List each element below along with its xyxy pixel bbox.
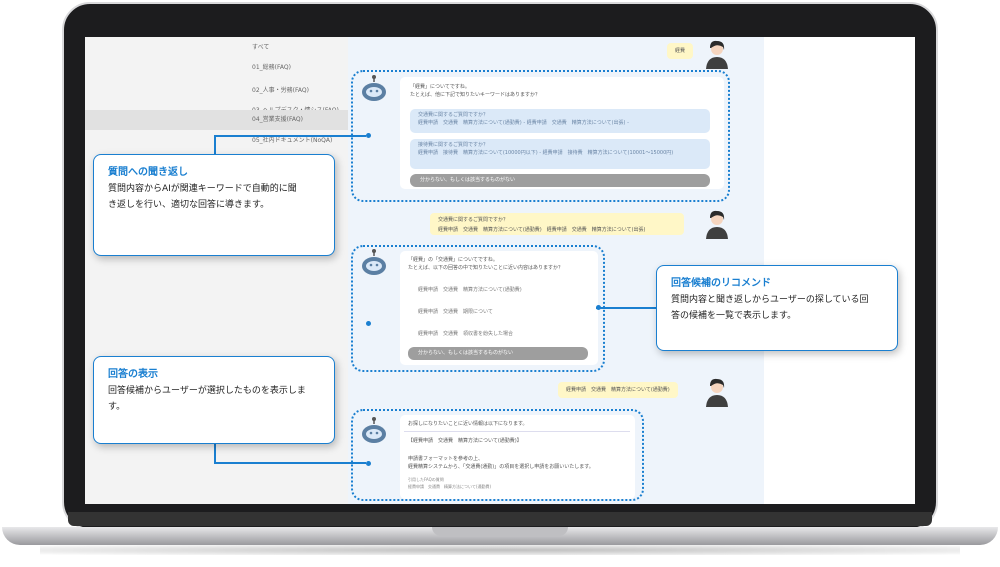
connector-line [214, 462, 366, 464]
callout-desc: 質問内容と聞き返しからユーザーの探している回 [671, 295, 869, 305]
laptop-shadow [40, 545, 960, 555]
callout-desc: き返しを行い、適切な回答に導きます。 [108, 200, 270, 210]
connector-line [596, 307, 656, 309]
callout-anchor-dot [366, 321, 371, 326]
callout-answer-recommend: 回答候補のリコメンド 質問内容と聞き返しからユーザーの探している回 答の候補を一… [656, 265, 898, 351]
user-avatar-icon [703, 39, 731, 69]
callout-title: 回答の表示 [108, 369, 158, 380]
callout-clarifying-question: 質問への聞き返し 質問内容からAIが関連キーワードで自動的に聞 き返しを行い、適… [93, 154, 335, 256]
highlight-frame-recommend [351, 245, 605, 372]
connector-line [214, 135, 216, 154]
user-avatar-icon [703, 209, 731, 239]
user-message-title: 交通費に関するご質問ですか？ [438, 217, 509, 223]
callout-anchor-dot [366, 133, 371, 138]
callout-title: 質問への聞き返し [108, 167, 188, 178]
callout-desc: 答の候補を一覧で表示します。 [671, 311, 797, 321]
highlight-frame-clarify [351, 70, 730, 202]
laptop-hinge [68, 512, 932, 526]
user-message: 経費申請 交通費 精算方法について(通勤費) [558, 382, 678, 398]
sidebar-item-general-affairs[interactable]: 01_総務(FAQ) [85, 57, 348, 79]
callout-desc: 回答候補からユーザーが選択したものを表示しま [108, 386, 306, 396]
sidebar-item-documents[interactable]: 05_社内ドキュメント(NoQA) [85, 130, 348, 152]
callout-desc: す。 [108, 402, 126, 412]
callout-answer-display: 回答の表示 回答候補からユーザーが選択したものを表示しま す。 [93, 356, 335, 444]
callout-anchor-dot [366, 461, 371, 466]
callout-desc: 質問内容からAIが関連キーワードで自動的に聞 [108, 184, 297, 194]
connector-line [214, 135, 366, 137]
user-message: 経費 [667, 43, 694, 59]
sidebar-item-all[interactable]: すべて [85, 37, 348, 59]
user-message-body: 経費申請 交通費 精算方法について(通勤費) 経費申請 交通費 精算方法について… [438, 227, 646, 233]
laptop-notch [432, 527, 568, 536]
connector-line [214, 444, 216, 463]
sidebar-item-hr[interactable]: 02_人事・労務(FAQ) [85, 80, 348, 102]
user-message-selection: 交通費に関するご質問ですか？ 経費申請 交通費 精算方法について(通勤費) 経費… [430, 213, 684, 235]
highlight-frame-answer [351, 409, 644, 501]
user-avatar-icon [703, 377, 731, 407]
callout-title: 回答候補のリコメンド [671, 278, 771, 289]
sidebar-item-sales[interactable]: 04_営業支援(FAQ) [85, 110, 348, 130]
